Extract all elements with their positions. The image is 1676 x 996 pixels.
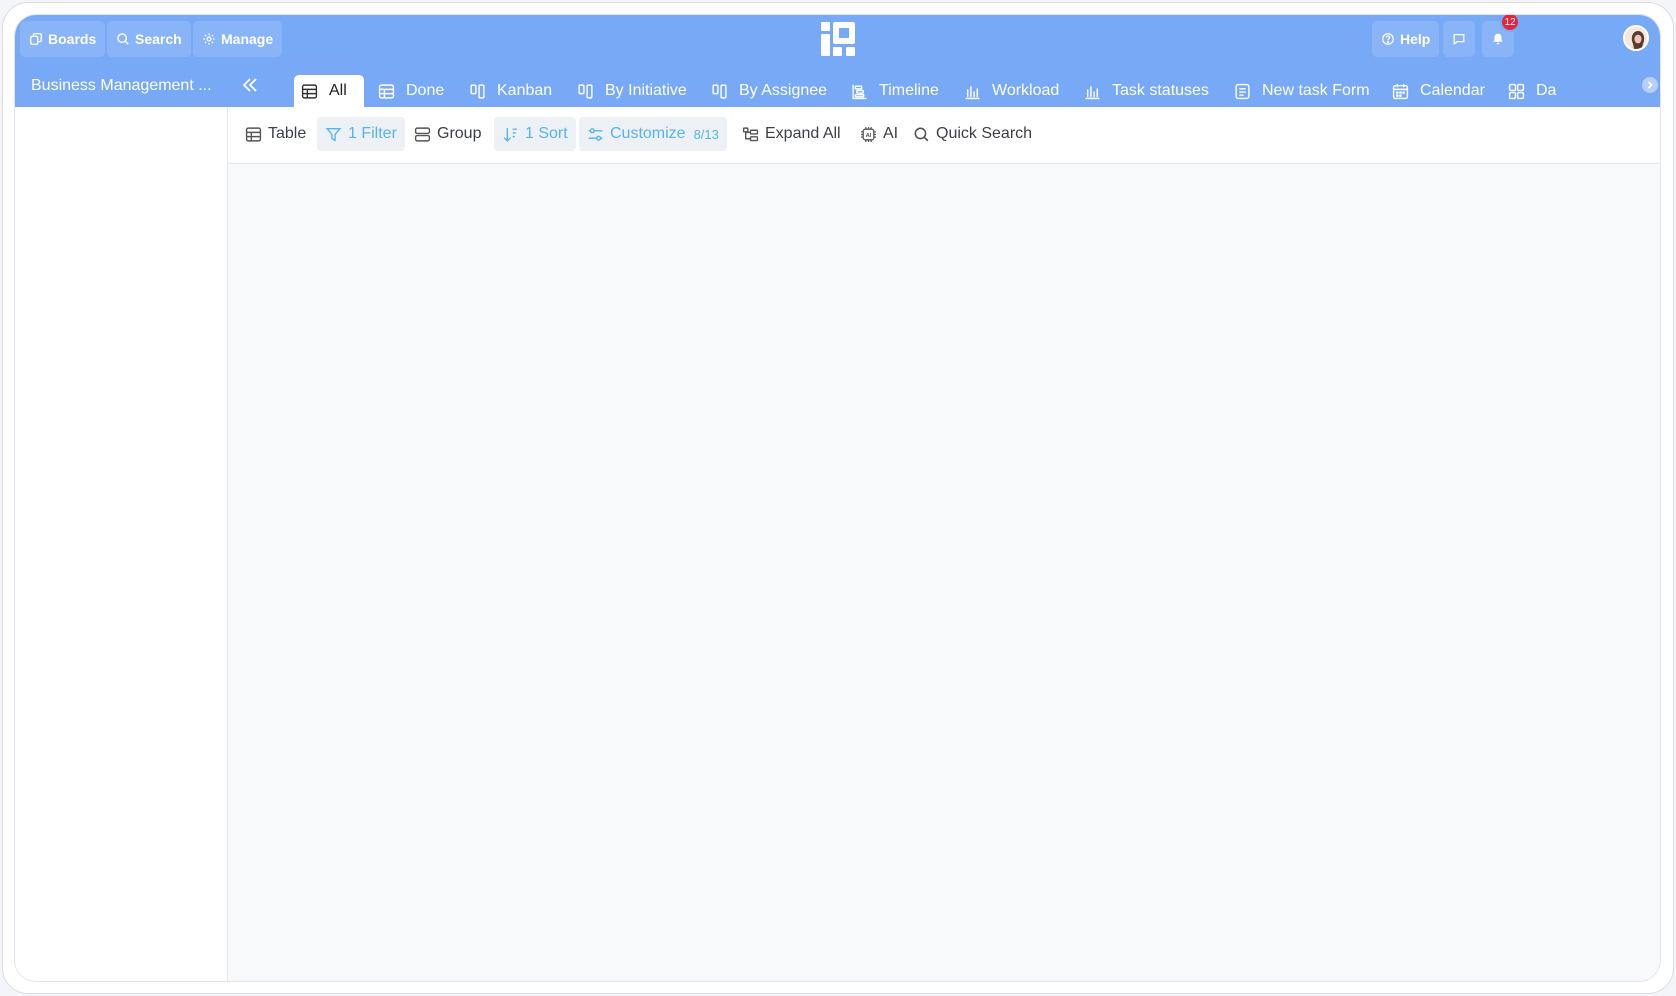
- ai-label: AI: [883, 125, 899, 142]
- kanban-icon: [470, 83, 485, 99]
- search-button[interactable]: Search: [107, 21, 191, 57]
- customize-label: Customize: [610, 125, 686, 142]
- manage-label: Manage: [221, 31, 274, 47]
- tab-dashboard[interactable]: Da: [1501, 75, 1563, 107]
- expand-all-label: Expand All: [765, 125, 841, 142]
- board-content-area: [228, 164, 1660, 981]
- kanban-icon: [578, 83, 593, 99]
- ai-chip-icon: AI: [861, 126, 876, 142]
- tree-expand-icon: [742, 126, 759, 141]
- tabs-viewport: Business Management ... All Done Kanban …: [15, 65, 1645, 107]
- tab-label: By Assignee: [739, 82, 828, 99]
- group-icon: [414, 126, 431, 142]
- chat-button[interactable]: [1443, 21, 1475, 57]
- gear-icon: [203, 33, 215, 45]
- customize-button[interactable]: Customize 8/13: [579, 117, 727, 151]
- tab-label: Task statuses: [1112, 82, 1209, 99]
- bell-icon: [1493, 33, 1503, 45]
- collapse-sidebar-icon[interactable]: [239, 74, 261, 96]
- help-circle-icon: [1382, 33, 1394, 45]
- notifications-button[interactable]: 12: [1482, 15, 1520, 57]
- chat-icon: [1453, 34, 1465, 46]
- tab-workload[interactable]: Workload: [957, 75, 1066, 107]
- group-button[interactable]: Group: [406, 117, 489, 151]
- quick-search-button[interactable]: Quick Search: [905, 117, 1040, 151]
- table-icon: [378, 83, 395, 99]
- filter-button[interactable]: 1 Filter: [317, 117, 405, 151]
- bar-chart-icon: [965, 85, 980, 99]
- filter-label: 1 Filter: [348, 125, 397, 142]
- avatar-portrait-icon: [1625, 27, 1647, 49]
- table-view-button[interactable]: Table: [237, 117, 314, 151]
- search-icon: [914, 127, 929, 141]
- notification-badge: 12: [1500, 15, 1520, 32]
- tab-done[interactable]: Done: [371, 75, 451, 107]
- scroll-tabs-right-button[interactable]: [1642, 77, 1658, 93]
- tab-label: By Initiative: [605, 82, 687, 99]
- svg-text:AI: AI: [866, 132, 872, 138]
- group-label: Group: [437, 125, 482, 142]
- search-icon: [117, 33, 129, 45]
- calendar-icon: [1392, 83, 1409, 99]
- help-label: Help: [1400, 31, 1431, 47]
- view-toolbar: Table 1 Filter Group 1 Sort Customize 8/…: [228, 107, 1660, 164]
- board-title[interactable]: Business Management ...: [31, 77, 212, 95]
- tab-timeline[interactable]: Timeline: [844, 75, 946, 107]
- sort-label: 1 Sort: [525, 125, 568, 142]
- timeline-icon: [852, 84, 867, 99]
- tab-task-statuses[interactable]: Task statuses: [1077, 75, 1216, 107]
- kanban-icon: [712, 83, 727, 99]
- chevron-right-icon: [1647, 81, 1653, 89]
- tab-label: Calendar: [1420, 82, 1485, 99]
- manage-button[interactable]: Manage: [193, 21, 283, 57]
- app-logo-icon[interactable]: [821, 22, 855, 56]
- tab-label: All: [329, 82, 347, 99]
- tab-by-assignee[interactable]: By Assignee: [704, 75, 834, 107]
- tab-label: New task Form: [1262, 82, 1370, 99]
- expand-all-button[interactable]: Expand All: [734, 117, 849, 151]
- bar-chart-icon: [1085, 85, 1100, 99]
- table-icon: [245, 126, 262, 142]
- table-icon: [301, 83, 318, 99]
- boards-button[interactable]: Boards: [20, 21, 106, 57]
- customize-count: 8/13: [693, 126, 719, 142]
- tab-calendar[interactable]: Calendar: [1385, 75, 1492, 107]
- top-navigation-bar: Boards Search Manage Help 12: [15, 15, 1660, 65]
- tab-by-initiative[interactable]: By Initiative: [570, 75, 694, 107]
- boards-icon: [30, 33, 42, 45]
- search-label: Search: [135, 31, 182, 47]
- tab-label: Done: [406, 82, 445, 99]
- quick-search-label: Quick Search: [936, 125, 1033, 142]
- tab-kanban[interactable]: Kanban: [462, 75, 559, 107]
- dashboard-icon: [1508, 83, 1525, 99]
- left-sidebar: [15, 107, 228, 981]
- tab-label: Workload: [992, 82, 1060, 99]
- sort-icon: [503, 127, 517, 142]
- boards-label: Boards: [48, 31, 97, 47]
- filter-icon: [325, 127, 342, 141]
- table-label: Table: [268, 125, 307, 142]
- views-tab-bar: Business Management ... All Done Kanban …: [15, 65, 1660, 107]
- form-icon: [1235, 83, 1250, 99]
- sort-button[interactable]: 1 Sort: [494, 117, 576, 151]
- tab-label: Kanban: [497, 82, 553, 99]
- tab-new-task-form[interactable]: New task Form: [1227, 75, 1377, 107]
- tab-label: Timeline: [879, 82, 939, 99]
- help-button[interactable]: Help: [1372, 21, 1440, 57]
- tab-label: Da: [1536, 82, 1557, 99]
- tab-all[interactable]: All: [294, 75, 364, 107]
- user-avatar[interactable]: [1623, 25, 1649, 51]
- ai-button[interactable]: AI AI: [852, 117, 906, 151]
- app-window: Boards Search Manage Help 12 Business Ma…: [14, 14, 1661, 982]
- sliders-icon: [588, 127, 603, 141]
